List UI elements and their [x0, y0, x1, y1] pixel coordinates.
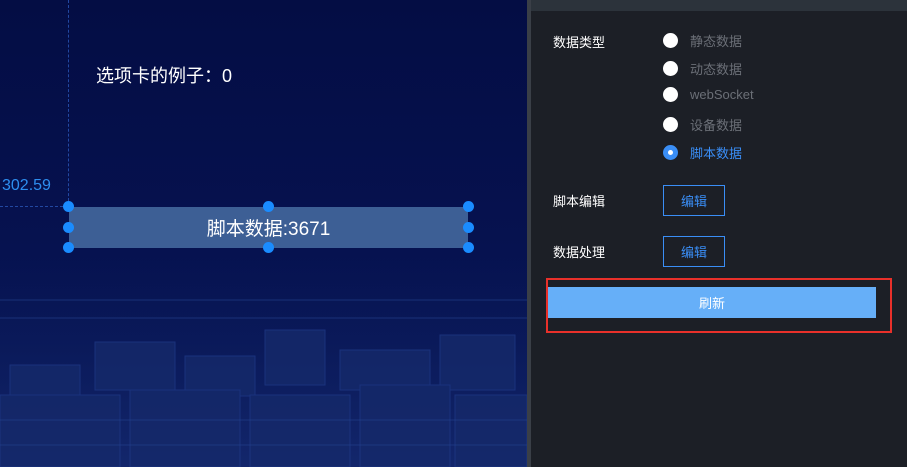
data-process-edit-button[interactable]: 编辑: [663, 236, 725, 267]
radio-dynamic-data[interactable]: 动态数据: [663, 59, 742, 78]
radio-websocket[interactable]: webSocket: [663, 87, 754, 102]
resize-handle-left[interactable]: [63, 222, 74, 233]
data-type-label: 数据类型: [553, 35, 606, 50]
refresh-button[interactable]: 刷新: [548, 287, 876, 318]
alignment-guide-vertical: [68, 0, 69, 206]
resize-handle-bottom-left[interactable]: [63, 242, 74, 253]
resize-handle-top-right[interactable]: [463, 201, 474, 212]
tab-example-text[interactable]: 选项卡的例子：0: [96, 62, 232, 88]
radio-circle[interactable]: [663, 117, 678, 132]
resize-handle-bottom[interactable]: [263, 242, 274, 253]
script-edit-label: 脚本编辑: [553, 194, 606, 209]
resize-handle-bottom-right[interactable]: [463, 242, 474, 253]
data-process-label: 数据处理: [553, 245, 606, 260]
coordinate-readout: 302.59: [2, 177, 51, 194]
resize-handle-right[interactable]: [463, 222, 474, 233]
radio-script-data[interactable]: 脚本数据: [663, 143, 742, 162]
radio-circle[interactable]: [663, 87, 678, 102]
radio-label: 动态数据: [690, 62, 743, 77]
radio-static-data[interactable]: 静态数据: [663, 31, 742, 50]
editor-canvas[interactable]: 302.59 选项卡的例子：0 脚本数据:3671: [0, 0, 527, 467]
radio-device-data[interactable]: 设备数据: [663, 115, 742, 134]
script-edit-button[interactable]: 编辑: [663, 185, 725, 216]
radio-circle[interactable]: [663, 61, 678, 76]
resize-handle-top[interactable]: [263, 201, 274, 212]
config-panel: 数据类型 静态数据 动态数据 webSocket 设备数据 脚本数据 脚本编辑 …: [531, 0, 907, 467]
resize-handle-top-left[interactable]: [63, 201, 74, 212]
alignment-guide-horizontal: [0, 206, 68, 207]
radio-circle[interactable]: [663, 33, 678, 48]
panel-header-strip: [531, 0, 907, 11]
component-text: 脚本数据:3671: [206, 219, 331, 240]
radio-circle-checked[interactable]: [663, 145, 678, 160]
radio-label: webSocket: [690, 87, 754, 102]
radio-label: 设备数据: [690, 118, 743, 133]
radio-label: 脚本数据: [690, 146, 743, 161]
radio-label: 静态数据: [690, 34, 743, 49]
